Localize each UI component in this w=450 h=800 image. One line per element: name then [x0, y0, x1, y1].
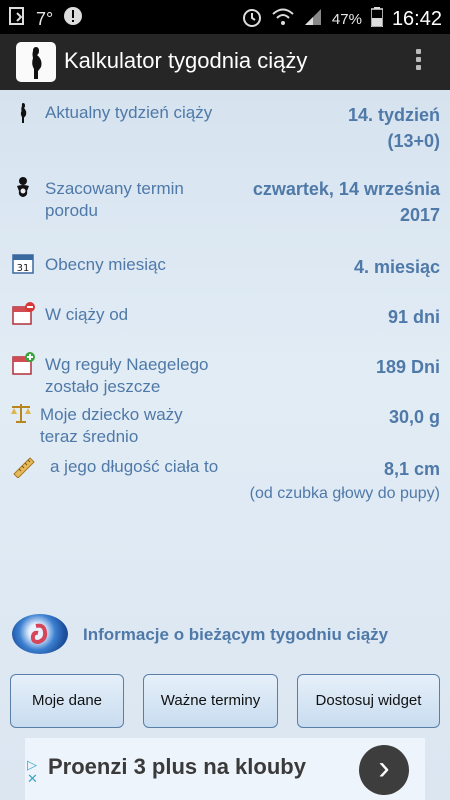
- baby-length-value: 8,1 cm: [383, 459, 440, 479]
- calendar-icon: 31: [12, 252, 34, 274]
- my-data-button[interactable]: Moje dane: [10, 674, 124, 728]
- current-month-label: Obecny miesiąc: [45, 255, 166, 274]
- baby-length-note: (od czubka głowy do pupy): [249, 485, 440, 502]
- due-date-label-2: porodu: [45, 201, 98, 220]
- current-week-label: Aktualny tydzień ciąży: [45, 103, 213, 122]
- pregnant-since-label: W ciąży od: [45, 305, 129, 324]
- baby-icon: [12, 176, 34, 198]
- calendar-plus-icon: [12, 352, 35, 375]
- svg-text:31: 31: [17, 263, 30, 274]
- week-info-link[interactable]: Informacje o bieżącym tygodniu ciąży: [0, 610, 450, 658]
- baby-weight-label: Moje dziecko waży: [40, 405, 183, 424]
- app-bar: Kalkulator tygodnia ciąży: [0, 34, 450, 90]
- calendar-minus-icon: [12, 302, 35, 325]
- wifi-icon: [272, 7, 294, 32]
- ad-choices-icon[interactable]: ▷ ✕: [27, 758, 43, 786]
- scale-icon: [10, 402, 32, 424]
- naegele-label: Wg reguły Naegelego: [45, 355, 209, 374]
- baby-weight-value: 30,0 g: [388, 407, 440, 427]
- overflow-menu-icon[interactable]: [414, 46, 422, 80]
- clipboard-icon: [8, 6, 26, 31]
- current-week-value: 14. tydzień: [347, 105, 440, 125]
- baby-length-label: a jego długość ciała to: [50, 457, 219, 476]
- naegele-value: 189 Dni: [375, 357, 440, 377]
- naegele-label-2: zostało jeszcze: [45, 377, 161, 396]
- fetus-icon: [12, 614, 68, 654]
- battery-icon: [370, 7, 384, 32]
- current-week-value-detail: (13+0): [387, 131, 440, 151]
- chevron-right-icon[interactable]: ›: [359, 745, 409, 795]
- weather-alert-icon: [63, 6, 83, 31]
- ruler-icon: [12, 454, 35, 479]
- status-bar: 7° 47% 16:42: [0, 0, 450, 34]
- app-title: Kalkulator tygodnia ciąży: [64, 48, 308, 73]
- ad-text[interactable]: Proenzi 3 plus na klouby: [48, 754, 306, 780]
- temperature-text: 7°: [36, 8, 54, 29]
- due-date-year: 2017: [399, 205, 440, 225]
- app-logo: [16, 42, 56, 82]
- due-date-label: Szacowany termin: [45, 179, 184, 198]
- current-month-value: 4. miesiąc: [353, 257, 440, 277]
- battery-percent: 47%: [331, 10, 362, 28]
- week-info-label: Informacje o bieżącym tygodniu ciąży: [83, 625, 389, 644]
- clock-time: 16:42: [391, 8, 442, 30]
- due-date-value: czwartek, 14 września: [252, 179, 440, 199]
- ad-banner[interactable]: ▷ ✕ Proenzi 3 plus na klouby ›: [25, 738, 425, 800]
- alarm-icon: [241, 6, 263, 33]
- important-dates-button[interactable]: Ważne terminy: [143, 674, 278, 728]
- pregnant-silhouette-icon: [12, 102, 34, 124]
- main-content: Aktualny tydzień ciąży 14. tydzień (13+0…: [0, 90, 450, 800]
- pregnant-since-value: 91 dni: [387, 307, 440, 327]
- customize-widget-button[interactable]: Dostosuj widget: [297, 674, 440, 728]
- signal-icon: [303, 7, 323, 32]
- baby-weight-label-2: teraz średnio: [40, 427, 139, 446]
